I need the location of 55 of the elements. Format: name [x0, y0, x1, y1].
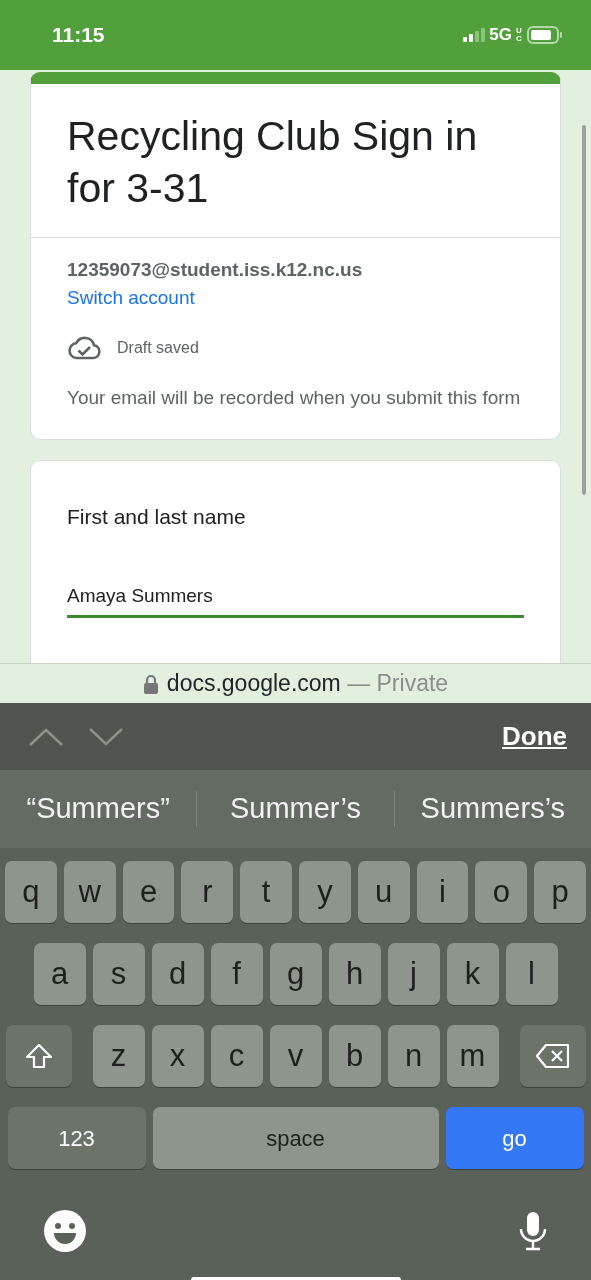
keyboard-key[interactable]: b	[328, 1025, 381, 1087]
clock-time: 11:15	[52, 22, 105, 49]
keyboard-key[interactable]: n	[387, 1025, 440, 1087]
email-notice: Your email will be recorded when you submit this form	[67, 385, 522, 410]
keyboard-key[interactable]: y	[299, 861, 351, 923]
keyboard-key[interactable]: go	[445, 1107, 584, 1169]
keyboard-key[interactable]: k	[446, 943, 499, 1005]
switch-account-link[interactable]: Switch account	[67, 284, 195, 313]
emoji-icon[interactable]	[43, 1209, 87, 1253]
shift-key[interactable]	[5, 1025, 72, 1087]
done-button[interactable]: Done	[502, 717, 567, 756]
form-title: Recycling Club Sign in for 3-31	[31, 84, 560, 238]
keyboard-key[interactable]: 123	[7, 1107, 146, 1169]
keyboard-key[interactable]: c	[210, 1025, 263, 1087]
keyboard-key[interactable]: m	[446, 1025, 499, 1087]
question-label: First and last name	[67, 503, 247, 530]
word-suggestion[interactable]: Summer’s	[197, 786, 394, 832]
keyboard-key[interactable]: q	[5, 861, 57, 923]
keyboard-key[interactable]: e	[122, 861, 175, 923]
word-suggestion[interactable]: “Summers”	[0, 786, 197, 832]
network-suffix: UC	[516, 27, 523, 43]
keyboard-key[interactable]: a	[33, 943, 86, 1005]
keyboard-key[interactable]: p	[534, 861, 586, 923]
keyboard-key[interactable]: j	[387, 943, 440, 1005]
network-type: 5G	[489, 24, 512, 47]
keyboard-key[interactable]: v	[269, 1025, 322, 1087]
keyboard-key[interactable]: l	[505, 943, 558, 1005]
keyboard-key[interactable]: i	[416, 861, 469, 923]
keyboard-key[interactable]: h	[328, 943, 381, 1005]
answer-field[interactable]: Amaya Summers	[67, 578, 524, 618]
keyboard-key[interactable]: r	[181, 861, 234, 923]
account-email: 12359073@student.iss.k12.nc.us	[67, 257, 364, 282]
draft-status: Draft saved	[117, 337, 199, 358]
keyboard-key[interactable]: f	[210, 943, 263, 1005]
private-label: — Private	[347, 670, 449, 697]
keyboard-key[interactable]: g	[269, 943, 322, 1005]
keyboard-key[interactable]: d	[151, 943, 204, 1005]
lock-icon	[142, 673, 159, 694]
keyboard-key[interactable]: x	[151, 1025, 204, 1087]
keyboard-key[interactable]: z	[92, 1025, 145, 1087]
delete-key[interactable]	[519, 1025, 586, 1087]
url-domain: docs.google.com	[166, 670, 341, 697]
keyboard-key[interactable]: o	[475, 861, 528, 923]
signal-icon	[463, 28, 486, 42]
word-suggestion[interactable]: Summers’s	[394, 786, 591, 832]
microphone-icon[interactable]	[518, 1211, 548, 1251]
keyboard-key[interactable]: t	[240, 861, 292, 923]
keyboard-key[interactable]: u	[357, 861, 410, 923]
battery-icon	[527, 26, 563, 44]
keyboard-key[interactable]: w	[63, 861, 116, 923]
keyboard-key[interactable]: s	[92, 943, 145, 1005]
shift-icon	[23, 1042, 54, 1070]
keyboard-key[interactable]: space	[152, 1107, 439, 1169]
cloud-check-icon	[67, 334, 101, 361]
backspace-icon	[534, 1043, 571, 1069]
